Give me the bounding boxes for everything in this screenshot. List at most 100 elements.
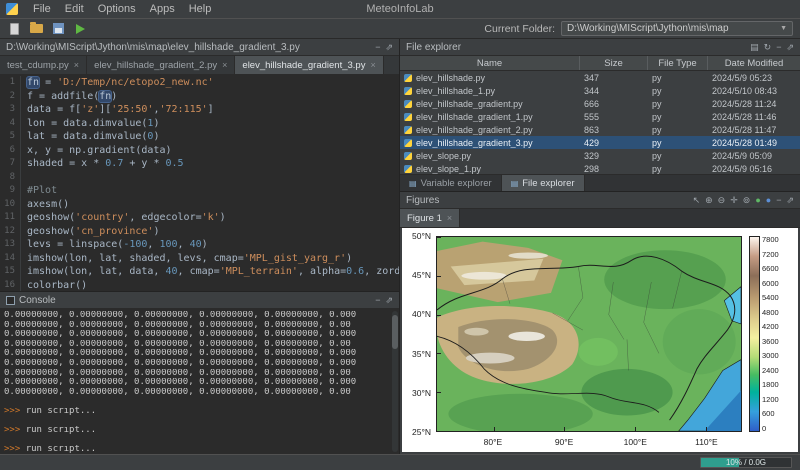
code-line: 10axesm() <box>0 198 399 212</box>
run-icon <box>76 24 85 34</box>
float-icon[interactable]: ⇗ <box>385 296 393 305</box>
python-file-icon <box>404 74 412 82</box>
float-icon[interactable]: ⇗ <box>786 196 794 205</box>
identify-green-icon[interactable]: ● <box>755 196 760 205</box>
file-date-modified: 2024/5/28 11:24 <box>708 99 800 109</box>
console-icon <box>6 296 15 305</box>
figure-canvas[interactable]: 50°N45°N40°N35°N30°N25°N 80°E90°E100°E11… <box>402 228 798 452</box>
line-number: 8 <box>0 171 21 185</box>
float-icon[interactable]: ⇗ <box>786 43 794 52</box>
file-row[interactable]: elev_hillshade_gradient_3.py429py2024/5/… <box>400 136 800 149</box>
close-icon[interactable]: × <box>447 213 452 223</box>
file-type: py <box>648 86 708 96</box>
new-script-button[interactable] <box>7 21 22 36</box>
float-icon[interactable]: ⇗ <box>385 43 393 52</box>
identify-blue-icon[interactable]: ● <box>766 196 771 205</box>
editor-title-icons: −⇗ <box>375 43 393 52</box>
file-row[interactable]: elev_hillshade_gradient_1.py555py2024/5/… <box>400 110 800 123</box>
console-scrollbar[interactable] <box>392 311 398 452</box>
app-title: MeteoInfoLab <box>366 3 433 15</box>
china-terrain-map[interactable] <box>437 237 741 431</box>
open-file-button[interactable] <box>29 21 44 36</box>
code-area[interactable]: 1fn = 'D:/Temp/nc/etopo2_new.nc'2f = add… <box>0 75 399 291</box>
colorbar-tick-label: 0 <box>762 425 788 433</box>
minimize-icon[interactable]: − <box>776 43 781 52</box>
x-tick-label: 100°E <box>624 437 647 447</box>
file-size: 344 <box>580 86 648 96</box>
close-icon[interactable]: × <box>74 60 79 70</box>
editor-tab[interactable]: test_cdump.py× <box>0 56 87 74</box>
axis-tick <box>437 276 441 277</box>
line-number: 2 <box>0 90 21 104</box>
zoom-out-icon[interactable]: ⊖ <box>718 196 726 205</box>
file-type: py <box>648 138 708 148</box>
y-tick-label: 25°N <box>412 427 431 437</box>
select-icon[interactable]: ↖ <box>693 196 701 205</box>
file-date-modified: 2024/5/10 08:43 <box>708 86 800 96</box>
file-type: py <box>648 99 708 109</box>
file-row[interactable]: elev_slope.py329py2024/5/9 05:09 <box>400 149 800 162</box>
run-script-button[interactable] <box>73 21 88 36</box>
axis-tick <box>564 427 565 431</box>
tab-variable-explorer[interactable]: ▤ Variable explorer <box>400 175 502 191</box>
colorbar-tick-label: 1800 <box>762 381 788 389</box>
console-line: 0.00000000, 0.00000000, 0.00000000, 0.00… <box>4 340 395 350</box>
pan-icon[interactable]: ✛ <box>730 196 738 205</box>
close-icon[interactable]: × <box>370 60 375 70</box>
toolbar: Current Folder: D:\Working\MIScript\Jyth… <box>0 19 800 39</box>
main-area: D:\Working\MIScript\Jython\mis\map\elev_… <box>0 39 800 454</box>
menu-apps[interactable]: Apps <box>143 2 182 16</box>
menu-edit[interactable]: Edit <box>58 2 91 16</box>
python-file-icon <box>404 113 412 121</box>
full-extent-icon[interactable]: ⊚ <box>743 196 751 205</box>
menu-help[interactable]: Help <box>182 2 219 16</box>
colorbar-tick-label: 6600 <box>762 265 788 273</box>
panel-icon: ▤ <box>409 179 417 188</box>
colorbar-tick-label: 1200 <box>762 396 788 404</box>
tab-label: File explorer <box>522 178 574 189</box>
file-name: elev_hillshade_gradient_1.py <box>416 112 533 122</box>
menu-file[interactable]: File <box>26 2 58 16</box>
console-output[interactable]: 0.00000000, 0.00000000, 0.00000000, 0.00… <box>0 309 399 454</box>
chevron-down-icon[interactable]: ▼ <box>780 25 787 32</box>
column-header-file-type[interactable]: File Type <box>648 56 708 70</box>
file-row[interactable]: elev_slope_1.py298py2024/5/9 05:16 <box>400 162 800 174</box>
grid-icon[interactable]: ▤ <box>750 43 759 52</box>
y-tick-label: 45°N <box>412 270 431 280</box>
menu-options[interactable]: Options <box>91 2 143 16</box>
axis-tick <box>437 237 441 238</box>
file-name: elev_hillshade_gradient_3.py <box>416 138 533 148</box>
console-prompt: >>> <box>4 407 26 416</box>
current-folder-combobox[interactable]: D:\Working\MIScript\Jython\mis\map ▼ <box>561 21 793 36</box>
line-number: 1 <box>0 76 21 90</box>
file-row[interactable]: elev_hillshade_1.py344py2024/5/10 08:43 <box>400 84 800 97</box>
column-header-name[interactable]: Name <box>400 56 580 70</box>
code-line: 15imshow(lon, lat, data, 40, cmap='MPL_t… <box>0 265 399 279</box>
minimize-icon[interactable]: − <box>776 196 781 205</box>
minimize-icon[interactable]: − <box>375 43 380 52</box>
explorer-bottom-tabs: ▤ Variable explorer ▤File explorer <box>400 174 800 191</box>
minimize-icon[interactable]: − <box>375 296 380 305</box>
zoom-in-icon[interactable]: ⊕ <box>705 196 713 205</box>
figure-tab[interactable]: Figure 1× <box>400 209 460 227</box>
console-prompt: >>> <box>4 445 26 454</box>
column-header-date-modified[interactable]: Date Modified <box>708 56 800 70</box>
editor-tab[interactable]: elev_hillshade_gradient_3.py× <box>235 56 383 74</box>
y-tick-label: 50°N <box>412 231 431 241</box>
file-row[interactable]: elev_hillshade_gradient.py666py2024/5/28… <box>400 97 800 110</box>
tab-file-explorer[interactable]: ▤File explorer <box>502 175 585 191</box>
console-line: 0.00000000, 0.00000000, 0.00000000, 0.00… <box>4 311 395 321</box>
app-logo-icon <box>6 3 18 15</box>
file-row[interactable]: elev_hillshade_gradient_2.py863py2024/5/… <box>400 123 800 136</box>
column-header-size[interactable]: Size <box>580 56 648 70</box>
save-button[interactable] <box>51 21 66 36</box>
line-number: 4 <box>0 117 21 131</box>
axis-tick <box>706 427 707 431</box>
tab-label: Variable explorer <box>421 178 492 189</box>
scrollbar-thumb[interactable] <box>392 315 398 349</box>
file-row[interactable]: elev_hillshade.py347py2024/5/9 05:23 <box>400 71 800 84</box>
refresh-icon[interactable]: ↻ <box>764 43 772 52</box>
editor-tab[interactable]: elev_hillshade_gradient_2.py× <box>87 56 235 74</box>
close-icon[interactable]: × <box>222 60 227 70</box>
line-number: 15 <box>0 265 21 279</box>
